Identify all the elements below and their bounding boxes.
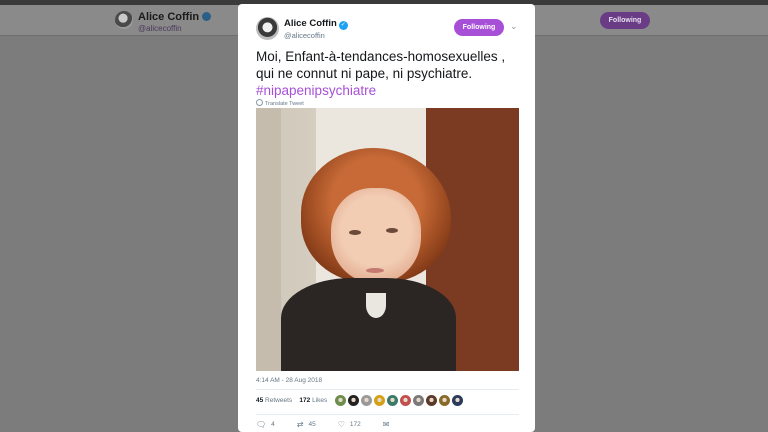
direct-message-button[interactable]: ✉ (383, 420, 395, 429)
liker-avatar[interactable] (426, 395, 437, 406)
retweets-stat[interactable]: 45 Retweets (256, 397, 292, 404)
author-avatar[interactable] (256, 17, 279, 40)
tweet-text: Moi, Enfant-à-tendances-homosexuelles , … (256, 48, 524, 99)
photo-wall-shadow (256, 108, 281, 371)
liker-avatar[interactable] (335, 395, 346, 406)
envelope-icon: ✉ (382, 420, 390, 429)
divider (256, 389, 519, 390)
author-name[interactable]: Alice Coffin ✓ (284, 18, 348, 30)
reply-button[interactable]: 🗨 4 (256, 420, 275, 429)
likes-stat[interactable]: 172 Likes (299, 397, 327, 404)
likes-label[interactable]: Likes (312, 397, 327, 404)
tweet-text-line: qui ne connut ni pape, ni psychiatre. (256, 66, 473, 81)
author-name-text[interactable]: Alice Coffin (284, 18, 337, 29)
hashtag-link[interactable]: #nipapenipsychiatre (256, 82, 524, 99)
photo-child-eye (349, 230, 361, 235)
background-author-name-text: Alice Coffin (138, 11, 200, 23)
like-count: 172 (349, 421, 361, 428)
background-avatar (115, 11, 133, 29)
reply-count: 4 (271, 421, 275, 428)
chevron-down-icon[interactable]: ⌄ (510, 21, 518, 32)
tweet-modal: Alice Coffin ✓ @alicecoffin Following ⌄ M… (238, 4, 535, 432)
tweet-stats: 45 Retweets 172 Likes (256, 397, 327, 404)
liker-avatar[interactable] (348, 395, 359, 406)
liker-avatar[interactable] (413, 395, 424, 406)
liker-avatar[interactable] (387, 395, 398, 406)
background-author-name: Alice Coffin (138, 11, 212, 23)
tweet-text-line: Moi, Enfant-à-tendances-homosexuelles , (256, 49, 506, 64)
retweet-button[interactable]: ⇄ 45 (297, 420, 316, 429)
photo-child-mouth (366, 268, 384, 273)
background-following-button[interactable]: Following (600, 12, 650, 29)
divider (256, 414, 519, 415)
translate-tweet-link[interactable]: Translate Tweet (256, 99, 304, 107)
retweets-label[interactable]: Retweets (265, 397, 292, 404)
retweet-icon: ⇄ (296, 420, 304, 429)
liker-avatar[interactable] (361, 395, 372, 406)
globe-icon (256, 99, 263, 106)
verified-badge-icon: ✓ (338, 21, 348, 30)
heart-icon: ♡ (337, 420, 345, 429)
photo-child-sweater (281, 278, 456, 371)
author-handle[interactable]: @alicecoffin (284, 31, 325, 40)
reply-icon: 🗨 (256, 420, 267, 429)
photo-child-collar (366, 293, 386, 318)
retweets-count[interactable]: 45 (256, 397, 263, 404)
liker-avatar[interactable] (452, 395, 463, 406)
translate-tweet-label[interactable]: Translate Tweet (265, 101, 304, 107)
tweet-timestamp[interactable]: 4:14 AM - 28 Aug 2018 (256, 377, 322, 384)
like-button[interactable]: ♡ 172 (338, 420, 361, 429)
tweet-actions: 🗨 4 ⇄ 45 ♡ 172 ✉ (256, 420, 416, 429)
liker-avatar[interactable] (400, 395, 411, 406)
retweet-count: 45 (308, 421, 316, 428)
likers-avatars (335, 395, 463, 406)
liker-avatar[interactable] (374, 395, 385, 406)
background-verified-icon (202, 12, 212, 21)
likes-count[interactable]: 172 (299, 397, 310, 404)
tweet-photo[interactable] (256, 108, 519, 371)
photo-child-eye (386, 228, 398, 233)
liker-avatar[interactable] (439, 395, 450, 406)
background-author-handle: @alicecoffin (138, 24, 182, 33)
following-button[interactable]: Following (454, 19, 504, 36)
